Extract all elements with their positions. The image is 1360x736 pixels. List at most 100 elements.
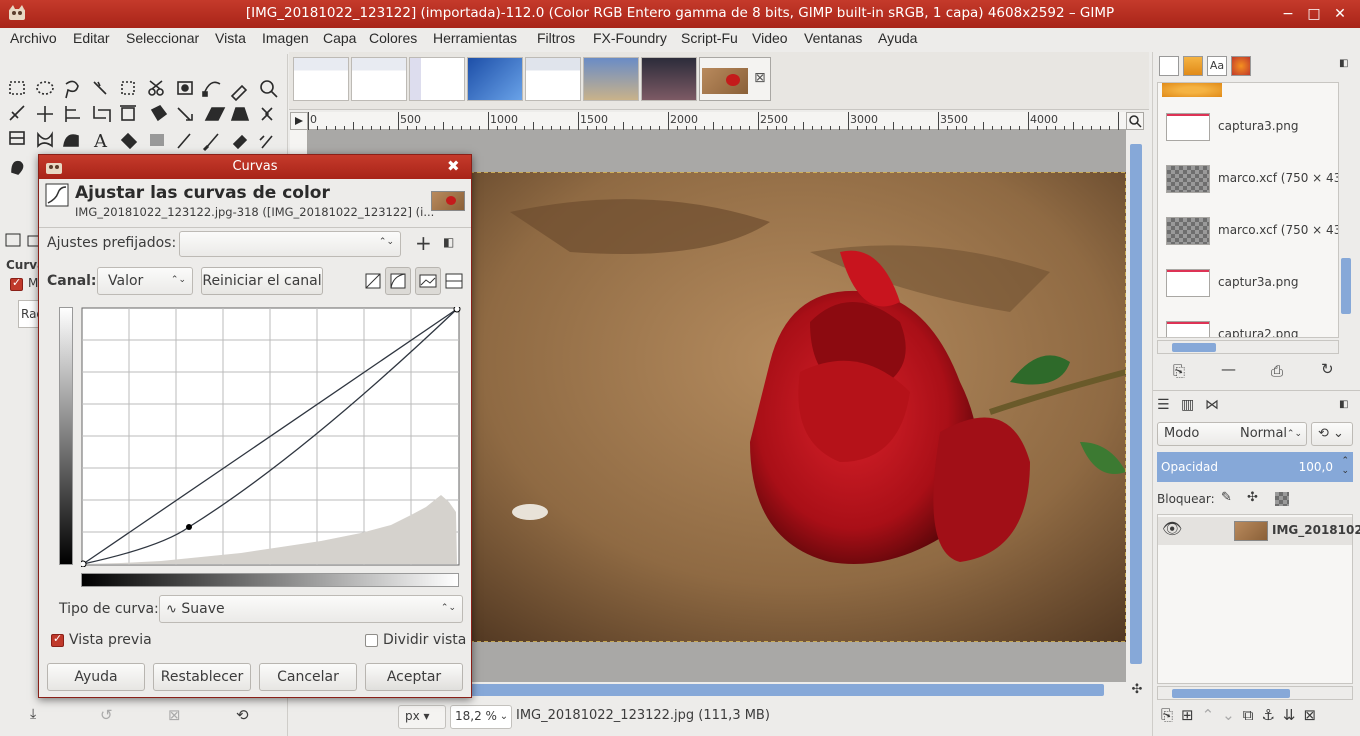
reset-tool-options-icon[interactable]: ⟲	[236, 706, 249, 724]
image-tab-4[interactable]	[467, 57, 523, 101]
layer-row[interactable]: 👁 IMG_20181022	[1158, 517, 1360, 545]
open-document-icon[interactable]: ⎘	[1173, 362, 1185, 380]
image-tab-6[interactable]	[583, 57, 639, 101]
menu-script-fu[interactable]: Script-Fu	[681, 30, 738, 46]
split-view-checkbox[interactable]	[365, 634, 378, 647]
ink-icon[interactable]	[11, 160, 24, 175]
refresh-documents-icon[interactable]: ↻	[1321, 360, 1334, 378]
opacity-slider[interactable]: Opacidad 100,0 ⌃ ⌄	[1157, 452, 1353, 482]
presets-combo[interactable]: ⌃⌄	[179, 231, 401, 257]
documents-scrollbar[interactable]	[1339, 82, 1353, 338]
cage-icon[interactable]	[9, 131, 25, 145]
list-item[interactable]: captura2.png	[1164, 313, 1338, 337]
smudge-blob-icon[interactable]	[63, 134, 79, 147]
list-item[interactable]: captur3a.png	[1164, 261, 1338, 307]
lock-position-icon[interactable]: ✣	[1247, 490, 1258, 505]
flip-icon[interactable]	[261, 107, 273, 121]
list-item[interactable]: captura3.png	[1164, 105, 1338, 151]
menu-ventanas[interactable]: Ventanas	[804, 30, 862, 46]
ellipse-select-icon[interactable]	[36, 81, 54, 95]
zoom-icon[interactable]	[260, 80, 278, 98]
menu-ayuda[interactable]: Ayuda	[878, 30, 917, 46]
unit-selector[interactable]: px ▾	[398, 705, 446, 729]
view-mode-icon-2[interactable]	[445, 273, 463, 289]
tab-documents-icon[interactable]	[1231, 56, 1251, 76]
fuzzy-select-icon[interactable]	[93, 81, 107, 95]
tab-channels-icon[interactable]: ▥	[1181, 397, 1194, 413]
curve-point-end[interactable]	[453, 307, 461, 313]
layer-mode-selector[interactable]: Modo Normal ⌃⌄	[1157, 422, 1307, 446]
tab-patterns-icon[interactable]	[1183, 56, 1203, 76]
rotate-icon[interactable]	[150, 104, 168, 122]
tab-layers-icon[interactable]: ☰	[1157, 397, 1170, 413]
help-button[interactable]: Ayuda	[47, 663, 145, 691]
pencil-icon[interactable]	[177, 133, 191, 149]
eraser-icon[interactable]	[232, 134, 248, 150]
menu-imagen[interactable]: Imagen	[262, 30, 309, 46]
curve-point-start[interactable]	[81, 560, 87, 567]
menu-herramientas[interactable]: Herramientas	[433, 30, 517, 46]
menu-capa[interactable]: Capa	[323, 30, 356, 46]
menu-filtros[interactable]: Filtros	[537, 30, 575, 46]
curve-graph[interactable]	[81, 307, 461, 567]
minimize-button[interactable]: −	[1278, 4, 1298, 24]
layers-hscrollbar[interactable]	[1157, 686, 1353, 700]
linear-histogram-icon[interactable]	[365, 273, 381, 289]
view-mode-button-1[interactable]	[415, 267, 441, 295]
tab-brushes-icon[interactable]	[1159, 56, 1179, 76]
perspective-icon[interactable]	[230, 107, 250, 121]
lock-alpha-icon[interactable]	[1275, 492, 1289, 506]
list-item[interactable]: marco.xcf (750 × 436)	[1164, 209, 1338, 255]
menu-video[interactable]: Video	[752, 30, 788, 46]
preview-checkbox[interactable]	[51, 632, 64, 647]
zoom-fit-button[interactable]	[1126, 112, 1144, 130]
reset-button[interactable]: Restablecer	[153, 663, 251, 691]
menu-fx-foundry[interactable]: FX-Foundry	[593, 30, 667, 46]
color-picker-icon[interactable]	[230, 84, 248, 102]
scissors-icon[interactable]	[148, 80, 164, 96]
delete-tool-preset-icon[interactable]: ⊠	[168, 706, 181, 724]
close-button[interactable]: ✕	[1330, 4, 1350, 24]
image-canvas[interactable]	[470, 172, 1126, 642]
image-tab-1[interactable]	[293, 57, 349, 101]
unified-transform-icon[interactable]	[120, 105, 136, 121]
image-tab-7[interactable]	[641, 57, 697, 101]
maximize-button[interactable]: □	[1304, 4, 1324, 24]
shear-icon[interactable]	[204, 107, 226, 121]
menu-editar[interactable]: Editar	[73, 30, 110, 46]
image-tab-active[interactable]: ⊠	[699, 57, 771, 101]
curve-type-combo[interactable]: ∿ Suave ⌃⌄	[159, 595, 463, 623]
warp-icon[interactable]	[37, 131, 53, 148]
menu-archivo[interactable]: Archivo	[10, 30, 57, 46]
horizontal-scroll-thumb[interactable]	[468, 684, 1104, 696]
anchor-layer-icon[interactable]: ⚓	[1261, 706, 1282, 724]
new-layer-icon[interactable]: ⎘	[1161, 706, 1181, 724]
image-tab-5[interactable]	[525, 57, 581, 101]
lock-pixels-icon[interactable]: ✎	[1221, 490, 1232, 505]
align-icon[interactable]	[65, 106, 80, 122]
vertical-scrollbar[interactable]	[1128, 130, 1144, 682]
raise-layer-icon[interactable]: ⌃	[1202, 706, 1223, 724]
measure-icon[interactable]	[9, 105, 25, 121]
mode-reset-button[interactable]: ⟲ ⌄	[1311, 422, 1353, 446]
new-layer-group-icon[interactable]: ⊞	[1181, 706, 1202, 724]
image-tab-2[interactable]	[351, 57, 407, 101]
vertical-scroll-thumb[interactable]	[1130, 144, 1142, 664]
add-preset-icon[interactable]: +	[415, 231, 432, 255]
ok-button[interactable]: Aceptar	[365, 663, 463, 691]
foreground-select-icon[interactable]	[177, 81, 193, 95]
paths-icon[interactable]	[202, 81, 221, 97]
visibility-eye-icon[interactable]: 👁	[1162, 519, 1182, 538]
text-tool-icon[interactable]: A	[93, 131, 108, 152]
gradient-icon[interactable]	[150, 134, 164, 146]
tab-fonts-icon[interactable]: Aa	[1207, 56, 1227, 76]
list-item[interactable]: marco.xcf (750 × 436)	[1164, 157, 1338, 203]
zoom-dropdown-icon[interactable]: ⌄	[496, 705, 512, 729]
lasso-icon[interactable]	[65, 80, 79, 99]
reset-channel-button[interactable]: Reiniciar el canal	[201, 267, 323, 295]
documents-hscrollbar[interactable]	[1157, 340, 1339, 354]
navigate-icon[interactable]: ✣	[1128, 682, 1146, 700]
delete-layer-icon[interactable]: ⊠	[1304, 706, 1325, 724]
airbrush-icon[interactable]	[259, 135, 273, 149]
scale-icon[interactable]	[177, 107, 193, 121]
